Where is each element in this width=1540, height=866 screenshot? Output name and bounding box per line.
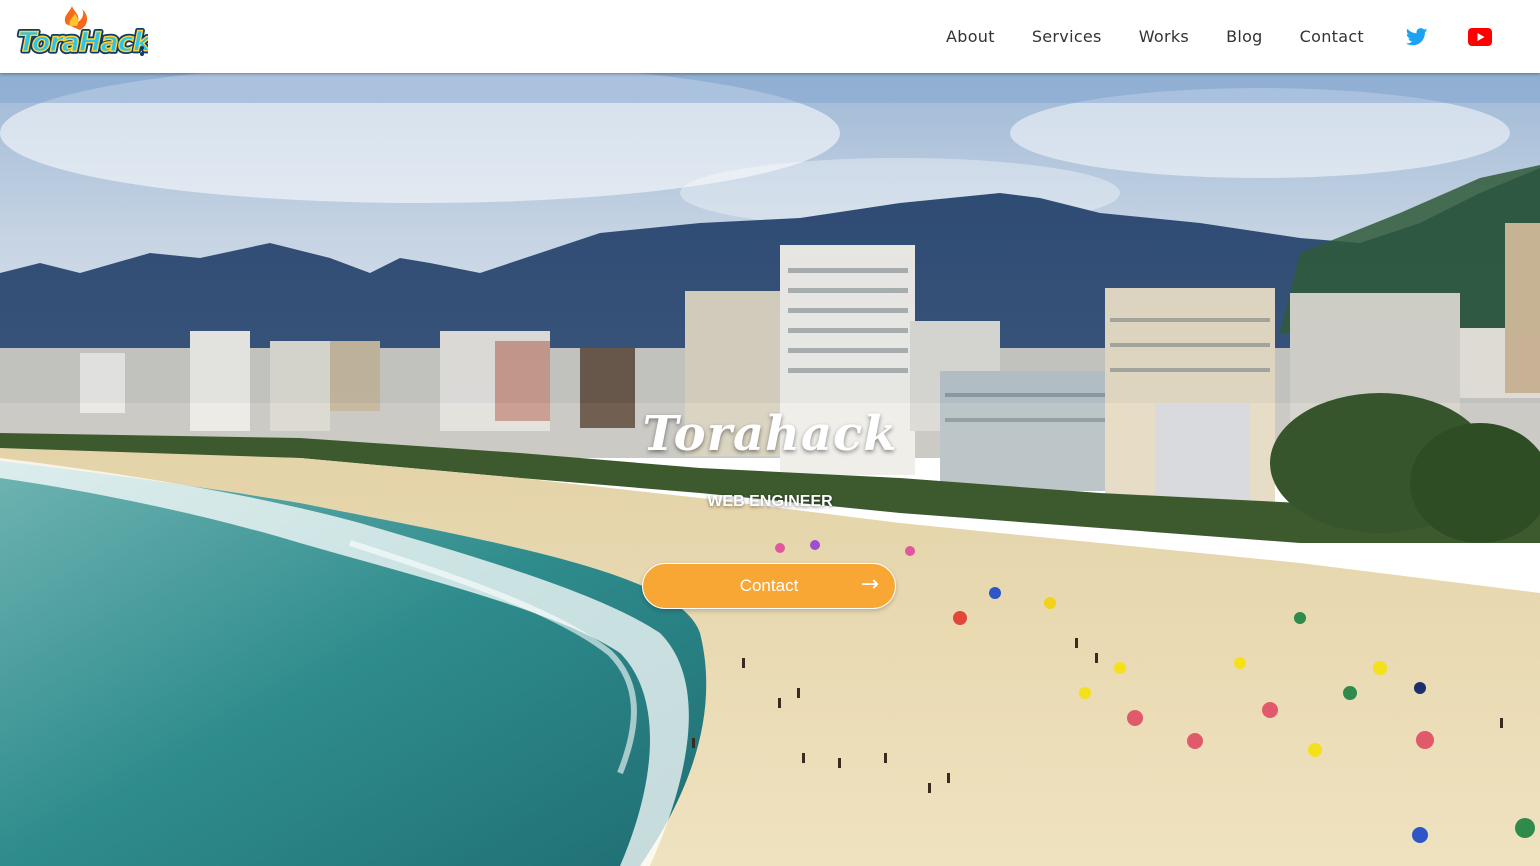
hero-title: Torahack xyxy=(642,406,898,462)
nav-services[interactable]: Services xyxy=(1032,27,1102,46)
main-nav: About Services Works Blog Contact xyxy=(946,0,1540,73)
svg-text:ToraHack: ToraHack xyxy=(18,27,148,58)
hero-subtitle: WEB ENGINEER xyxy=(707,493,833,510)
hero-background-image xyxy=(0,73,1540,866)
contact-button-label: Contact xyxy=(739,576,799,595)
youtube-icon[interactable] xyxy=(1468,27,1492,46)
contact-button[interactable]: Contact → xyxy=(642,563,896,609)
arrow-right-icon: → xyxy=(860,572,879,597)
nav-about[interactable]: About xyxy=(946,27,995,46)
hero-section: Torahack WEB ENGINEER Contact → xyxy=(0,73,1540,866)
nav-works[interactable]: Works xyxy=(1139,27,1189,46)
nav-contact[interactable]: Contact xyxy=(1300,27,1364,46)
page: ToraHack ToraHack About Services Works B… xyxy=(0,0,1540,866)
twitter-icon[interactable] xyxy=(1406,27,1428,46)
site-header: ToraHack ToraHack About Services Works B… xyxy=(0,0,1540,73)
torahack-logo[interactable]: ToraHack ToraHack xyxy=(14,4,156,62)
nav-blog[interactable]: Blog xyxy=(1226,27,1263,46)
